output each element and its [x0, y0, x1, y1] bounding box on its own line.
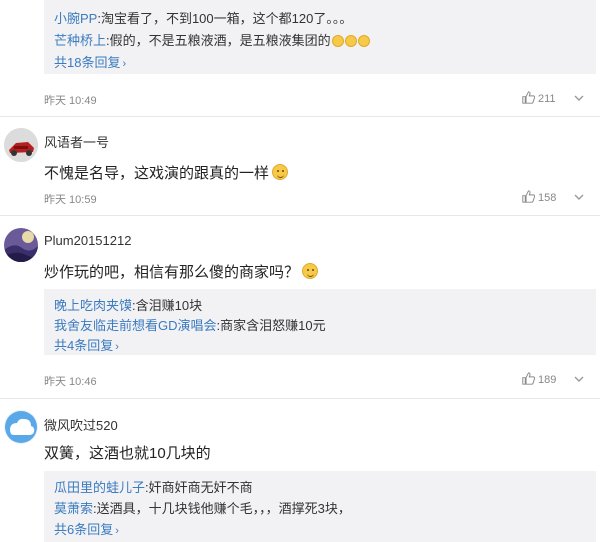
divider [0, 398, 600, 399]
avatar-image [4, 128, 38, 162]
reply-item: 芒种桥上:假的，不是五粮液酒，是五粮液集团的 [54, 30, 370, 49]
avatar-image [4, 410, 38, 444]
like-button[interactable]: 211 [522, 91, 556, 105]
more-replies-link[interactable]: 共4条回复 › [54, 335, 119, 354]
reply-username[interactable]: 芒种桥上 [54, 33, 106, 48]
reply-text: :送酒具，十几块钱他赚个毛，，，酒撑死3块， [93, 501, 351, 516]
laugh-emoji-icon [331, 35, 344, 47]
reply-text: :含泪赚10块 [132, 298, 203, 313]
reply-box: 小腕PP:淘宝看了，不到100一箱，这个都120了。。。 芒种桥上:假的，不是五… [44, 0, 596, 74]
comment-username[interactable]: Plum20151212 [44, 233, 131, 248]
comment-username[interactable]: 风语者一号 [44, 132, 109, 151]
comment-username[interactable]: 微风吹过520 [44, 415, 118, 434]
avatar-image [4, 228, 38, 262]
reply-box: 晚上吃肉夹馍:含泪赚10块 我舍友临走前想看GD演唱会:商家含泪怒赚10元 共4… [44, 289, 596, 355]
chevron-down-icon[interactable] [572, 91, 586, 105]
comment-text-body: 双簧，这酒也就10几块的 [44, 445, 211, 462]
reply-username[interactable]: 瓜田里的蛙儿子 [54, 480, 145, 495]
more-replies-label: 共4条回复 [54, 338, 114, 353]
like-count: 211 [538, 93, 556, 105]
chevron-right-icon: › [115, 525, 119, 537]
reply-text: :淘宝看了，不到100一箱，这个都120了。。。 [97, 11, 353, 26]
like-count: 189 [538, 374, 557, 386]
reply-box: 瓜田里的蛙儿子:奸商奸商无奸不商 莫萧索:送酒具，十几块钱他赚个毛，，，酒撑死3… [44, 471, 596, 542]
chevron-right-icon: › [122, 58, 127, 70]
avatar[interactable] [4, 228, 38, 262]
reply-text: :商家含泪怒赚10元 [216, 318, 326, 333]
reply-item: 小腕PP:淘宝看了，不到100一箱，这个都120了。。。 [54, 8, 352, 27]
thumbs-up-icon [522, 372, 536, 385]
chevron-down-icon[interactable] [572, 372, 586, 386]
reply-username[interactable]: 晚上吃肉夹馍 [54, 298, 132, 313]
more-replies-link[interactable]: 共6条回复 › [54, 519, 119, 538]
reply-item: 瓜田里的蛙儿子:奸商奸商无奸不商 [54, 477, 253, 496]
thumbs-up-icon [522, 190, 536, 203]
comment-text: 不愧是名导，这戏演的跟真的一样 [44, 162, 289, 183]
reply-username[interactable]: 我舍友临走前想看GD演唱会 [54, 318, 217, 333]
reply-item: 我舍友临走前想看GD演唱会:商家含泪怒赚10元 [54, 315, 326, 334]
avatar[interactable] [4, 410, 38, 444]
more-replies-label: 共18条回复 [54, 55, 121, 70]
comment-time: 昨天 10:59 [44, 194, 97, 206]
laugh-emoji-icon [302, 263, 319, 279]
wink-emoji-icon [272, 164, 289, 180]
reply-text: :奸商奸商无奸不商 [145, 480, 253, 495]
avatar[interactable] [4, 128, 38, 162]
thumbs-up-icon [522, 91, 536, 104]
comment-text: 双簧，这酒也就10几块的 [44, 442, 211, 463]
chevron-right-icon: › [115, 341, 119, 353]
comment-text-body: 不愧是名导，这戏演的跟真的一样 [44, 165, 270, 182]
like-count: 158 [538, 192, 557, 204]
laugh-emoji-icon [357, 35, 370, 47]
divider [0, 215, 600, 216]
reply-text: :假的，不是五粮液酒，是五粮液集团的 [106, 33, 331, 48]
comment-time: 昨天 10:49 [44, 95, 97, 107]
divider [0, 116, 600, 117]
more-replies-link[interactable]: 共18条回复 › [54, 52, 126, 71]
reply-username[interactable]: 小腕PP [54, 11, 97, 26]
reply-item: 晚上吃肉夹馍:含泪赚10块 [54, 295, 202, 314]
reply-item: 莫萧索:送酒具，十几块钱他赚个毛，，，酒撑死3块， [54, 498, 351, 517]
comment-text: 炒作玩的吧，相信有那么傻的商家吗？ [44, 261, 319, 282]
comment-time: 昨天 10:46 [44, 376, 97, 388]
like-button[interactable]: 189 [522, 372, 556, 386]
chevron-down-icon[interactable] [572, 190, 586, 204]
laugh-emoji-icon [344, 35, 357, 47]
reply-username[interactable]: 莫萧索 [54, 501, 93, 516]
comment-text-body: 炒作玩的吧，相信有那么傻的商家吗？ [44, 264, 300, 281]
like-button[interactable]: 158 [522, 190, 556, 204]
more-replies-label: 共6条回复 [54, 522, 114, 537]
